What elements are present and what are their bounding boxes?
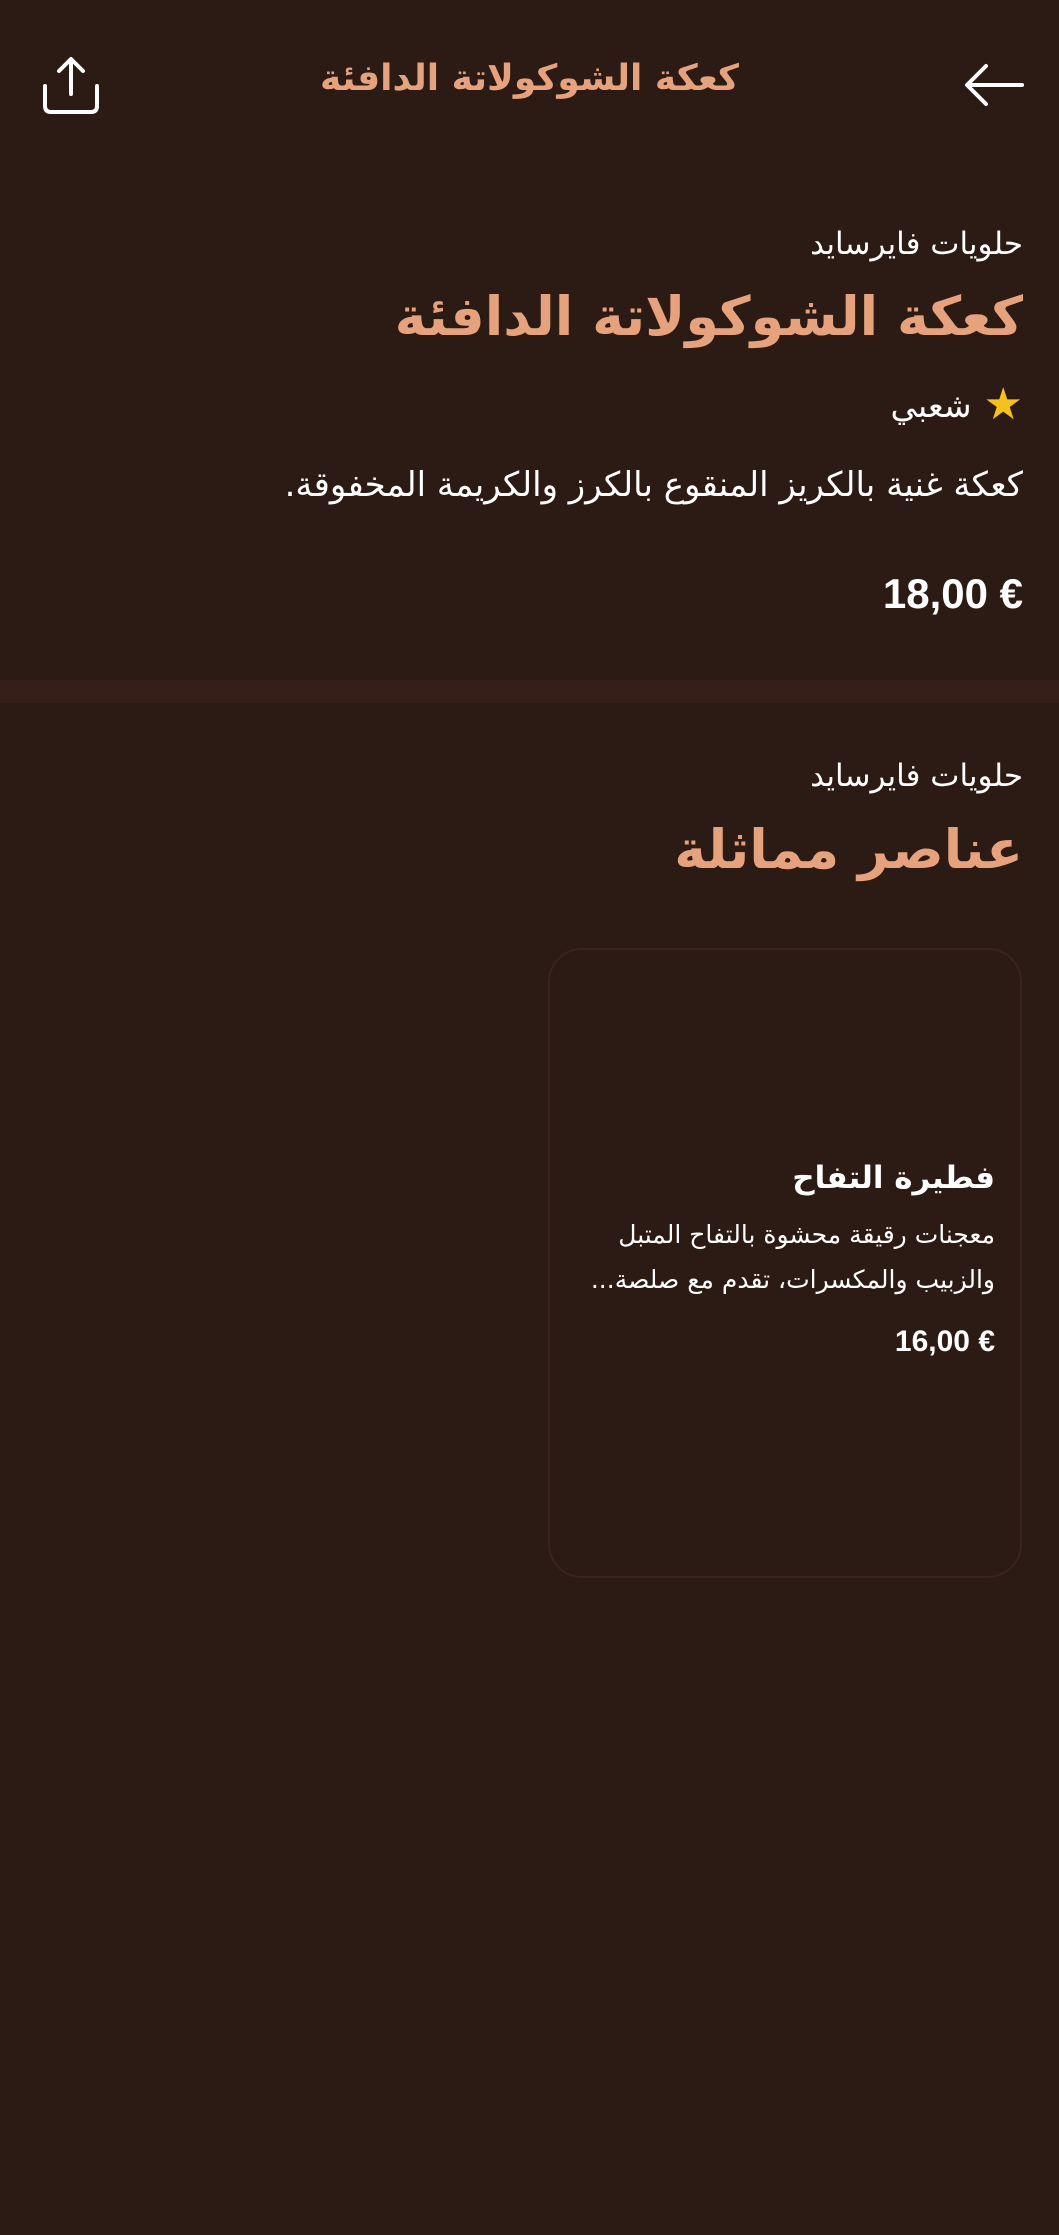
similar-item-price: 16,00 €: [894, 1325, 995, 1358]
popular-badge: ★ شعبي: [891, 383, 1024, 427]
product-description: كعكة غنية بالكريز المنقوع بالكرز والكريم…: [284, 465, 1023, 505]
app-bar: كعكة الشوكولاتة الدافئة: [0, 0, 1059, 170]
section-divider: [0, 680, 1059, 703]
arrow-back-icon: [965, 64, 1024, 106]
popular-label: شعبي: [890, 385, 972, 425]
similar-item-name: فطيرة التفاح: [792, 1160, 995, 1196]
product-details: حلويات فايرسايد كعكة الشوكولاتة الدافئة …: [0, 170, 1059, 680]
product-title: كعكة الشوكولاتة الدافئة: [394, 285, 1023, 348]
similar-item-description: معجنات رقيقة محشوة بالتفاح المتبل والزبي…: [590, 1220, 995, 1294]
product-price: 18,00 €: [882, 570, 1023, 617]
star-icon: ★: [983, 379, 1023, 430]
back-button[interactable]: [949, 40, 1039, 130]
similar-store-name: حلويات فايرسايد: [810, 758, 1023, 794]
similar-items-title: عناصر مماثلة: [674, 818, 1023, 881]
similar-items-section: حلويات فايرسايد عناصر مماثلة فطيرة التفا…: [0, 703, 1059, 2235]
similar-item-card[interactable]: فطيرة التفاح معجنات رقيقة محشوة بالتفاح …: [548, 948, 1022, 1578]
store-name: حلويات فايرسايد: [810, 226, 1023, 262]
app-bar-title: كعكة الشوكولاتة الدافئة: [320, 58, 739, 99]
